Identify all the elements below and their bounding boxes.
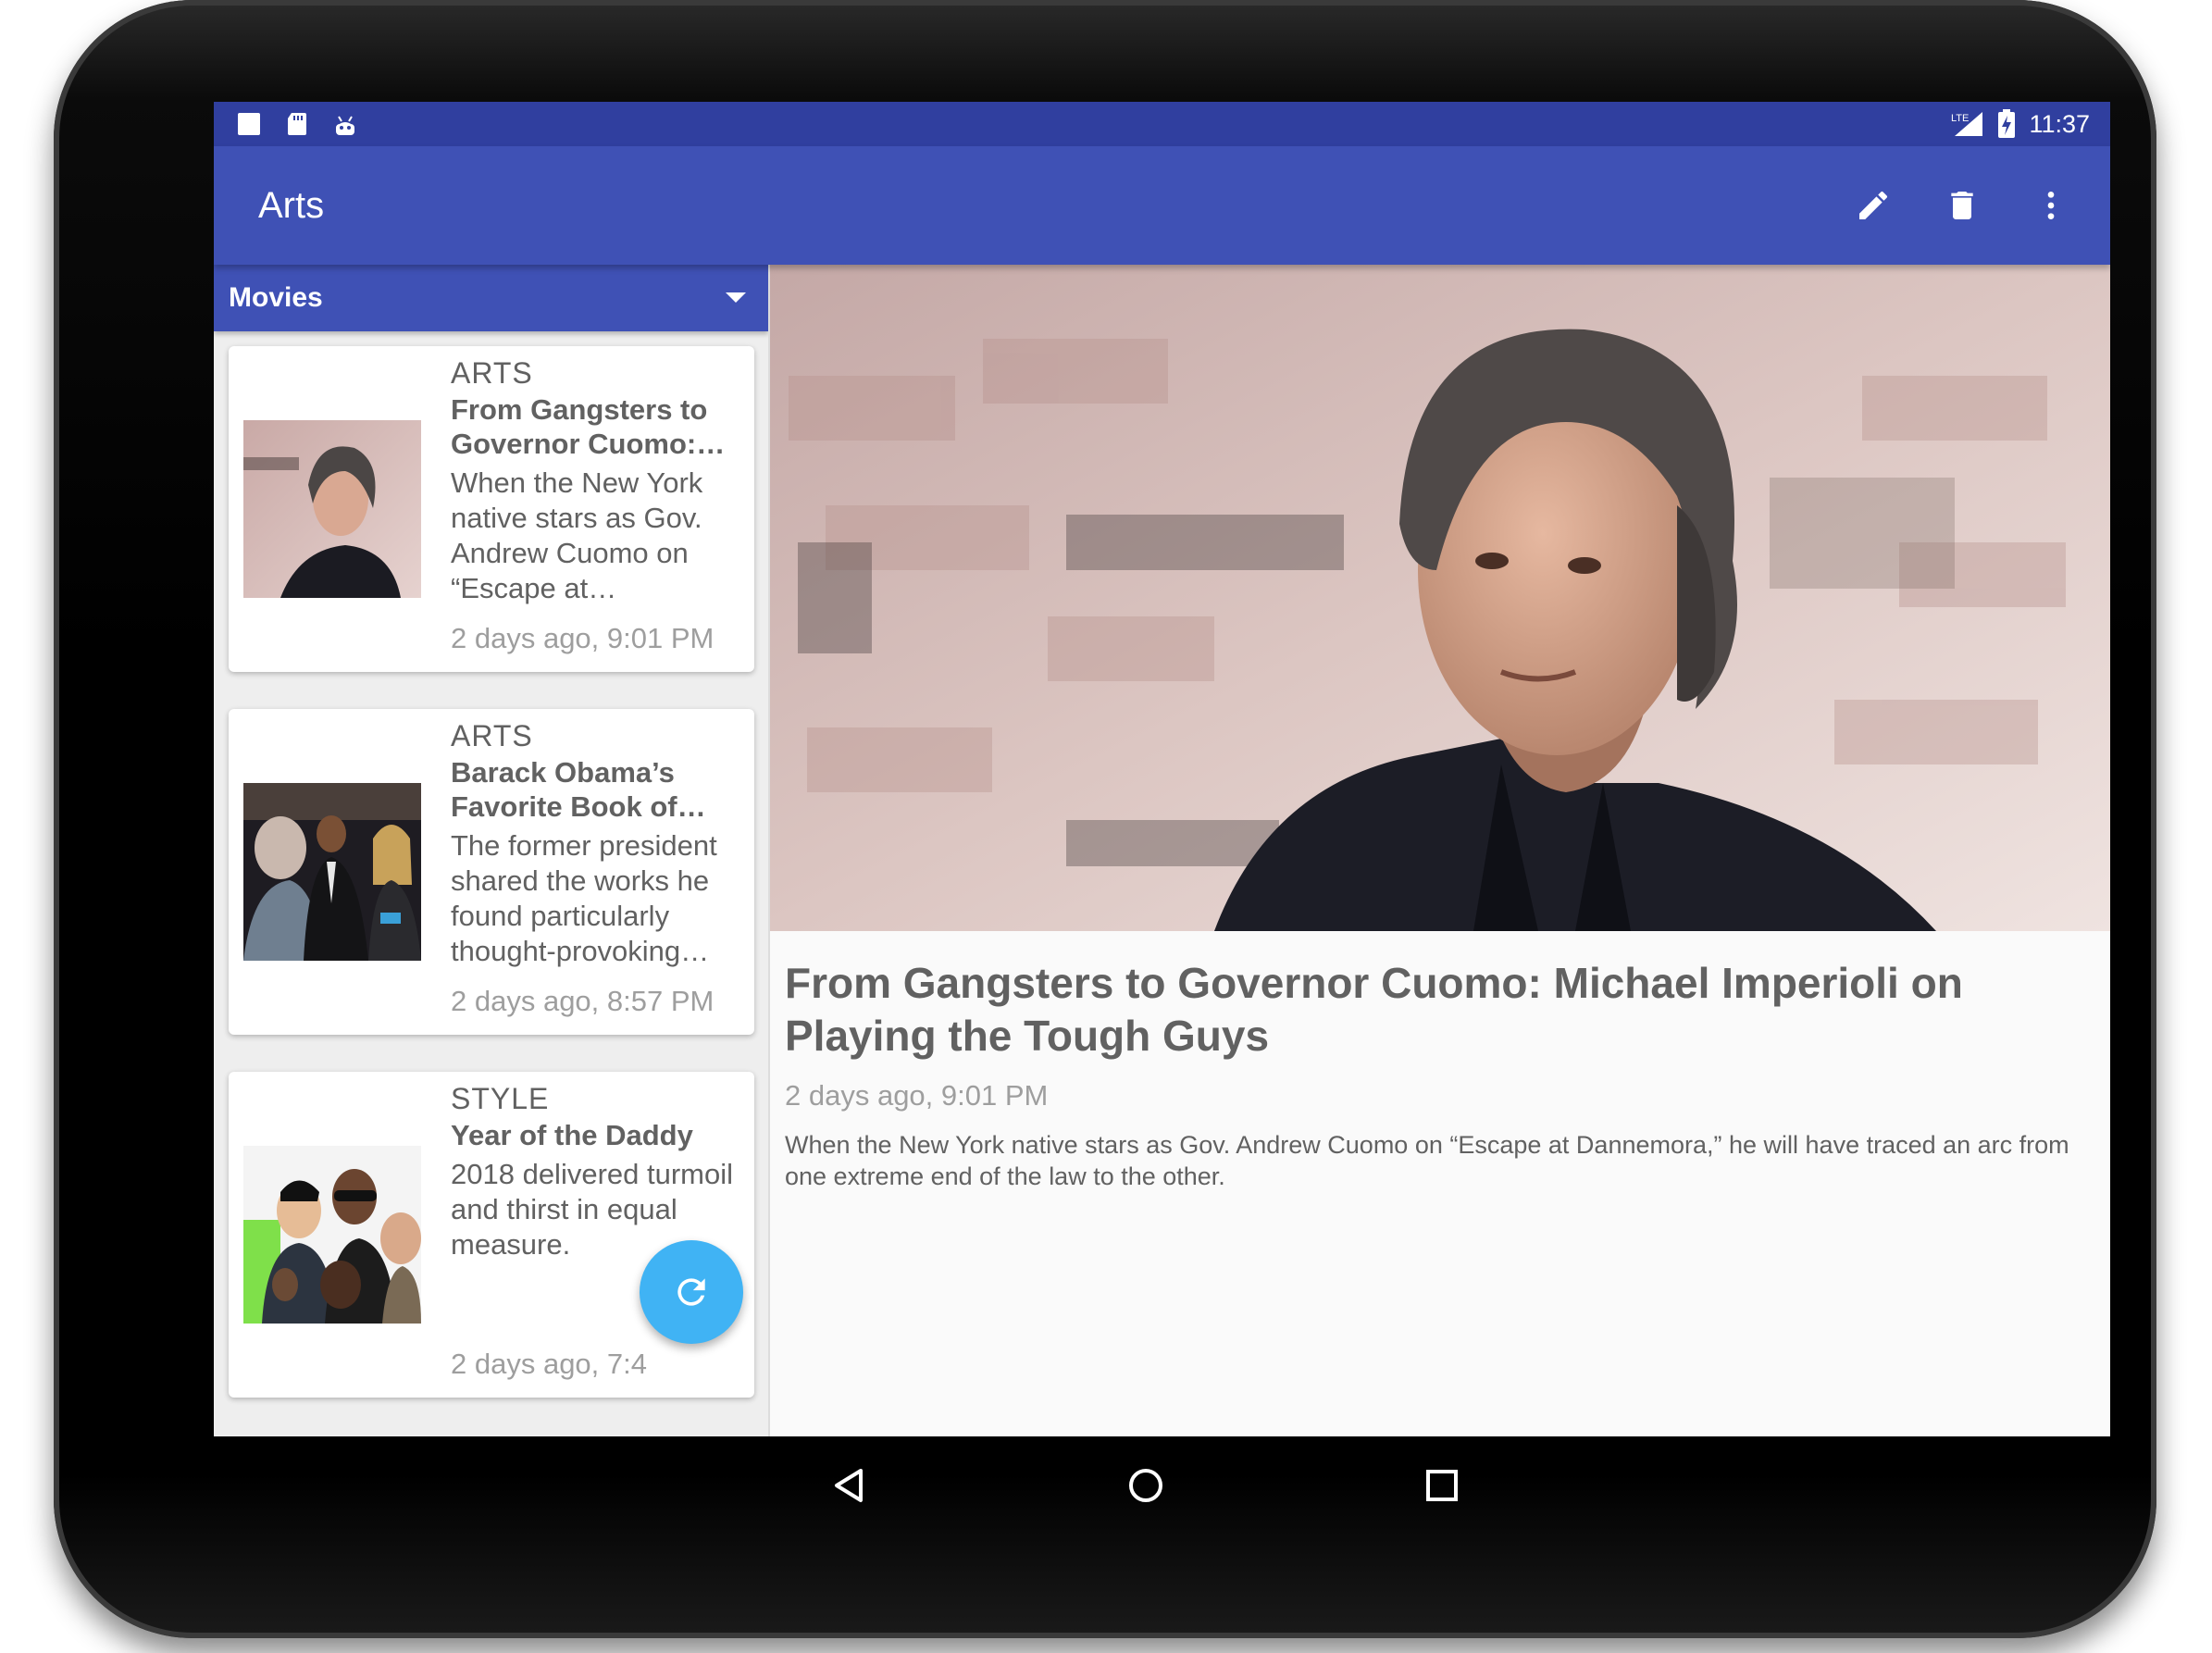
- article-category: ARTS: [451, 356, 533, 390]
- article-abstract: The former president shared the works he…: [451, 829, 717, 967]
- article-date: 2 days ago, 9:01 PM: [451, 622, 715, 654]
- tablet-frame: LTE 11:37 Arts Movies ARTS From Gangster…: [54, 0, 2156, 1638]
- detail-abstract: When the New York native stars as Gov. A…: [785, 1131, 2069, 1190]
- article-card[interactable]: STYLE Year of the Daddy 2018 delivered t…: [229, 1072, 754, 1398]
- app-bar: Arts: [214, 146, 2110, 265]
- article-title: Barack Obama’s Favorite Book of 2018: [451, 756, 677, 823]
- back-icon: [835, 1469, 863, 1502]
- battery-charging-icon: [1998, 109, 2016, 138]
- recents-button[interactable]: [1414, 1458, 1470, 1513]
- status-time: 11:37: [2029, 109, 2090, 138]
- overflow-menu-button[interactable]: [2029, 183, 2073, 228]
- detail-title: From Gangsters to Governor Cuomo: Michae…: [785, 959, 1963, 1060]
- recents-icon: [1426, 1470, 1458, 1501]
- refresh-icon: [677, 1278, 705, 1306]
- refresh-fab[interactable]: [640, 1240, 743, 1344]
- article-category: ARTS: [451, 719, 533, 752]
- home-icon: [1129, 1469, 1162, 1502]
- delete-icon: [1951, 192, 1973, 219]
- article-detail-pane: From Gangsters to Governor Cuomo: Michae…: [770, 265, 2110, 1436]
- article-thumbnail: [243, 1146, 421, 1324]
- article-hero-image: [770, 265, 2110, 931]
- delete-button[interactable]: [1940, 183, 1984, 228]
- network-type-label: LTE: [1951, 113, 1969, 124]
- edit-icon: [1859, 191, 1888, 219]
- article-title: Year of the Daddy: [451, 1119, 693, 1151]
- article-date: 2 days ago, 8:57 PM: [451, 985, 715, 1017]
- article-category: STYLE: [451, 1082, 550, 1115]
- square-notification-icon: [238, 113, 260, 135]
- article-abstract: When the New York native stars as Gov. A…: [451, 466, 703, 604]
- section-spinner[interactable]: Movies: [214, 265, 768, 331]
- dropdown-arrow-icon: [726, 292, 746, 303]
- article-thumbnail: [243, 420, 421, 598]
- section-spinner-label: Movies: [229, 282, 323, 313]
- article-card[interactable]: ARTS Barack Obama’s Favorite Book of 201…: [229, 709, 754, 1035]
- system-nav-bar: [794, 1453, 1497, 1518]
- home-button[interactable]: [1118, 1458, 1174, 1513]
- page-title: Arts: [258, 184, 325, 226]
- detail-date: 2 days ago, 9:01 PM: [785, 1079, 1049, 1112]
- screen: LTE 11:37 Arts Movies ARTS From Gangster…: [214, 102, 2110, 1436]
- sd-card-icon: [288, 113, 306, 135]
- more-vert-icon: [2047, 192, 2055, 219]
- article-date: 2 days ago, 7:4: [451, 1348, 647, 1380]
- article-thumbnail: [243, 783, 421, 961]
- lte-signal-icon: LTE: [1951, 112, 1983, 136]
- article-title: From Gangsters to Governor Cuomo: Michae…: [451, 393, 708, 460]
- back-button[interactable]: [822, 1458, 877, 1513]
- android-debug-icon: [336, 116, 354, 135]
- status-bar: LTE 11:37: [214, 102, 2110, 146]
- edit-button[interactable]: [1851, 183, 1895, 228]
- article-card[interactable]: ARTS From Gangsters to Governor Cuomo: M…: [229, 346, 754, 672]
